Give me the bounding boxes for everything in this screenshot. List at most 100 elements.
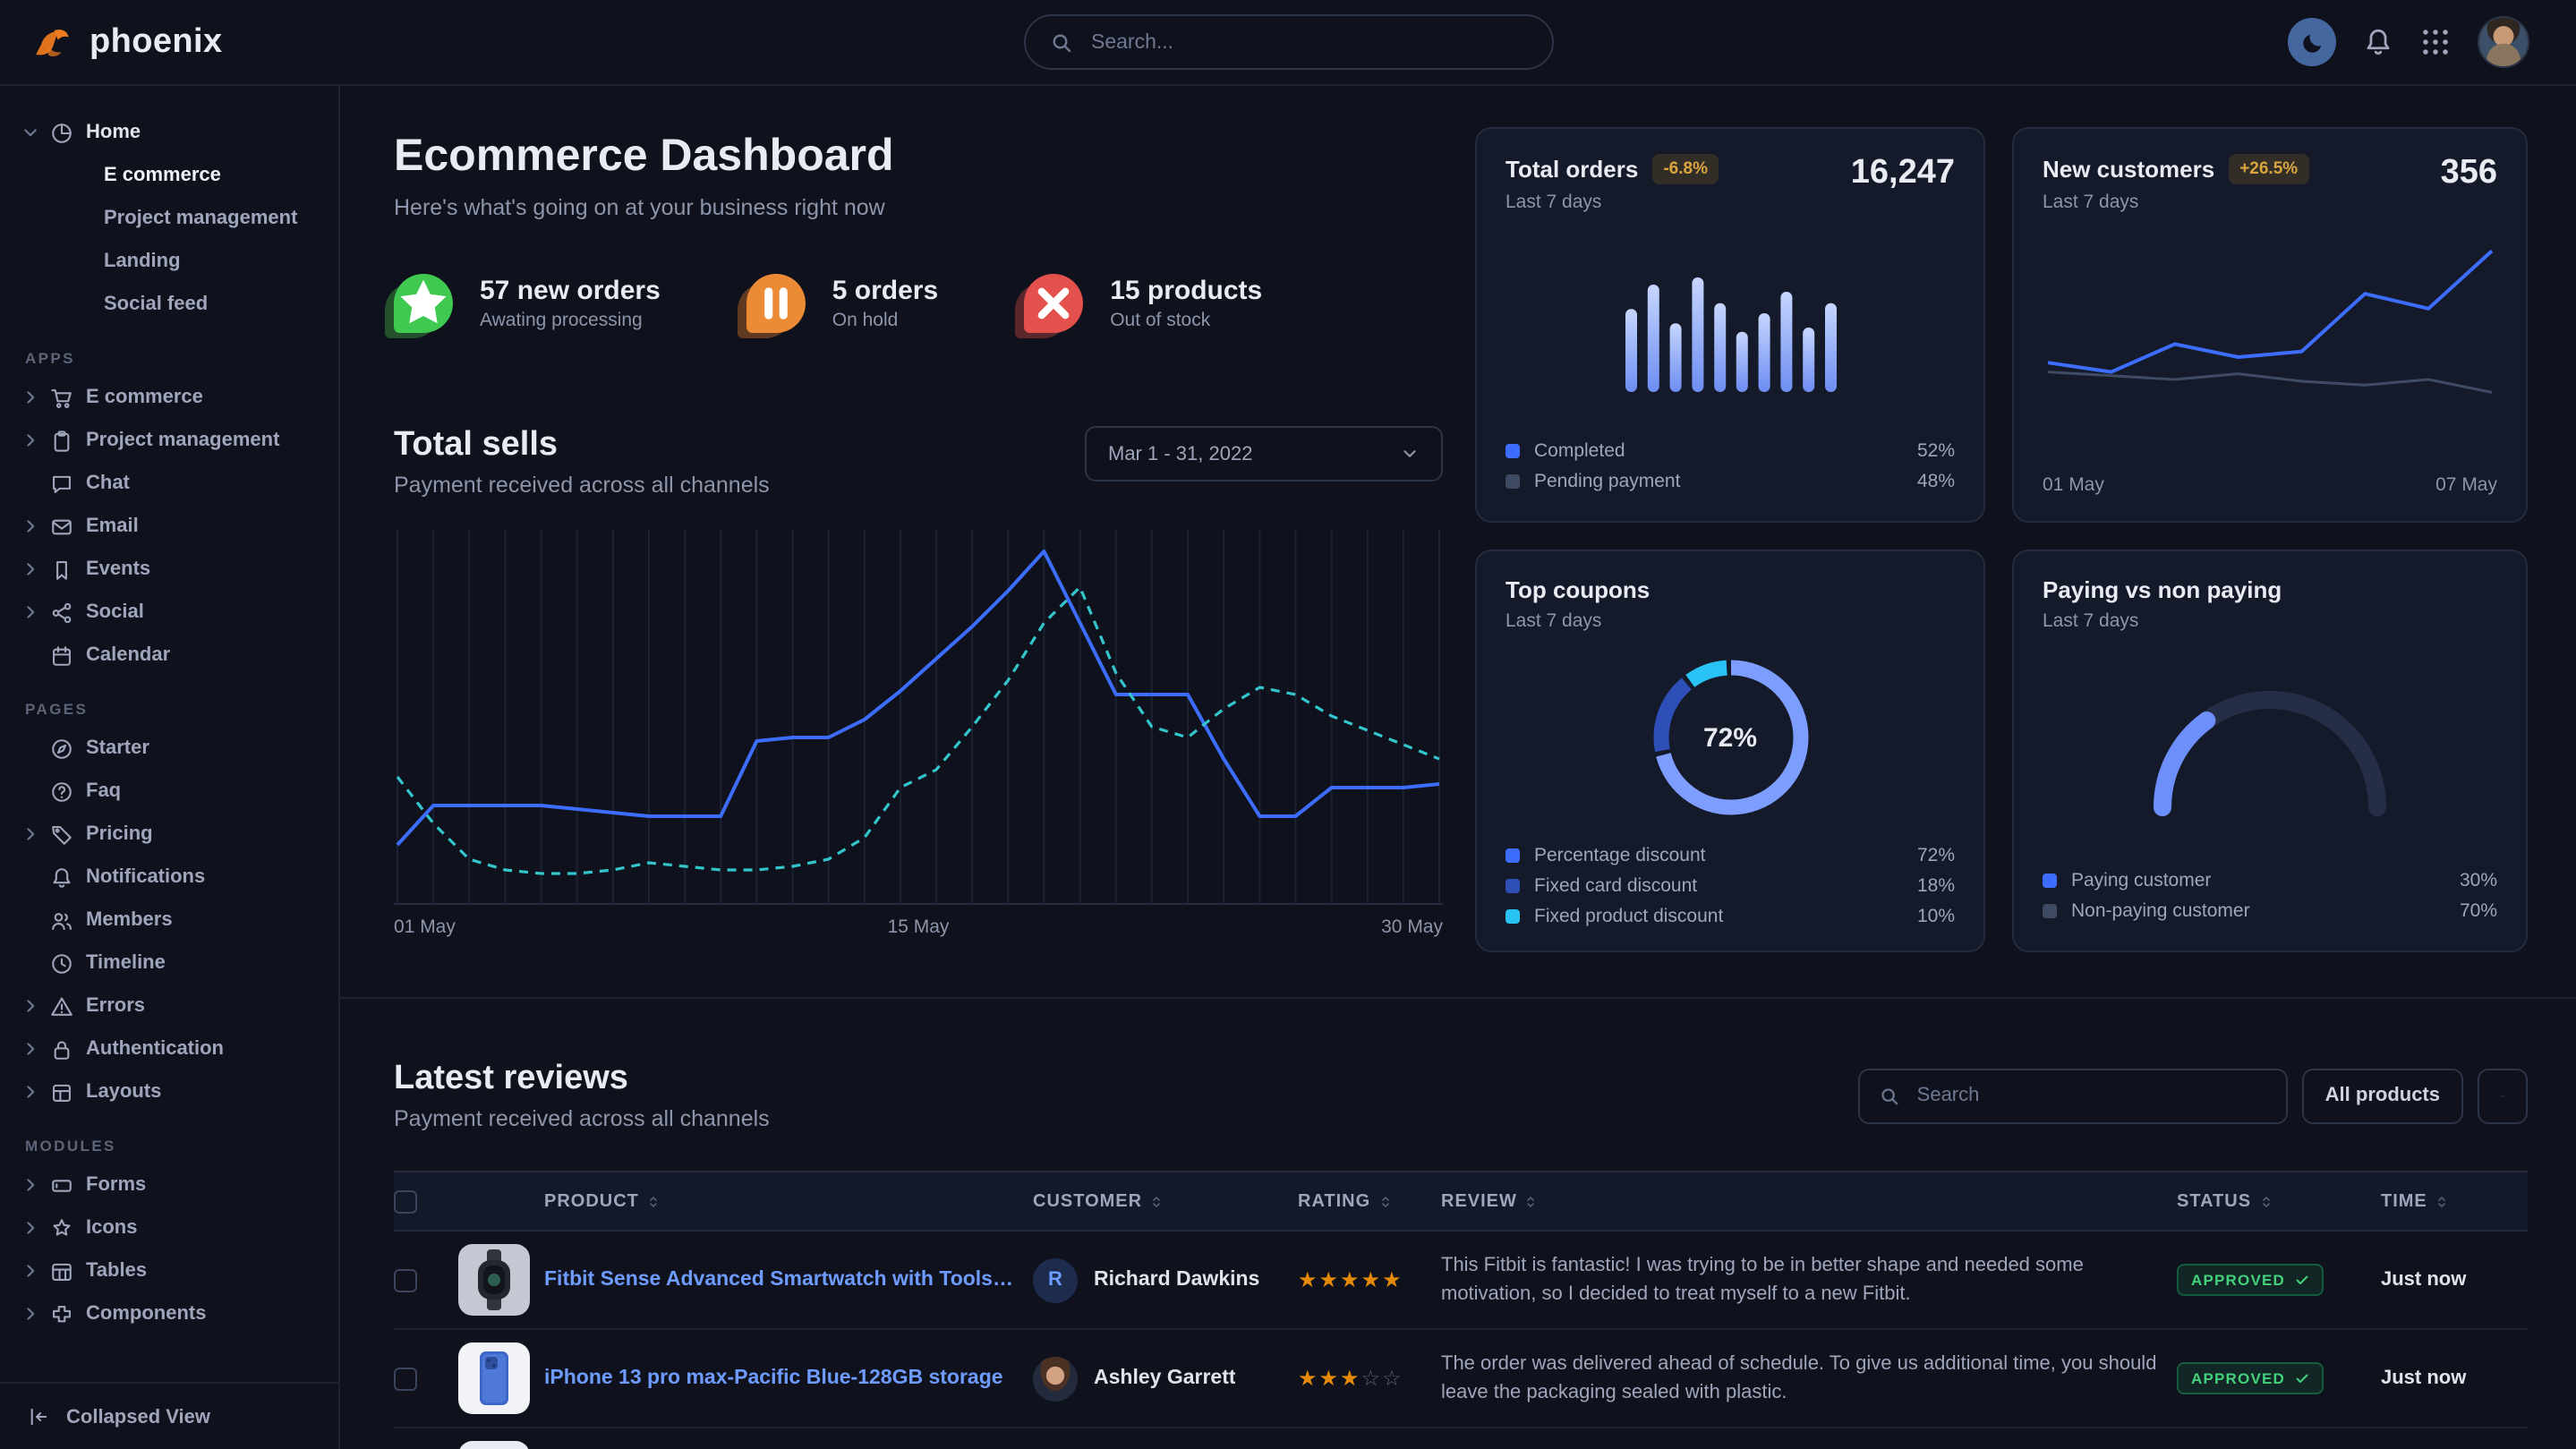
cart-icon [50,386,73,409]
legend-swatch [2043,873,2057,887]
sidebar-item-chat[interactable]: Chat [0,462,338,505]
column-label: RATING [1298,1191,1370,1211]
legend-label: Non-paying customer [2071,899,2250,921]
sidebar-item-label: Starter [86,737,149,759]
chevron-right-icon [21,1305,39,1323]
sidebar-item-calendar[interactable]: Calendar [0,634,338,677]
column-header-status[interactable]: STATUS [2177,1191,2381,1211]
sidebar-item-members[interactable]: Members [0,899,338,942]
product-link[interactable]: Fitbit Sense Advanced Smartwatch with To… [544,1269,1015,1291]
chevron-down-icon [21,124,39,141]
legend-item-completed: Completed52% [1506,435,1955,465]
sidebar-item-errors[interactable]: Errors [0,984,338,1027]
sidebar-item-social[interactable]: Social [0,591,338,634]
layout-icon [50,1080,73,1104]
sidebar-item-home[interactable]: Home [0,111,338,154]
sidebar-item-tables[interactable]: Tables [0,1249,338,1292]
product-link[interactable]: iPhone 13 pro max-Pacific Blue-128GB sto… [544,1368,1003,1389]
sidebar-item-forms[interactable]: Forms [0,1163,338,1206]
sidebar-item-label: Timeline [86,952,166,974]
pie-chart-icon [50,121,73,144]
chevron-right-icon [21,388,39,406]
column-label: REVIEW [1441,1191,1517,1211]
x-tick: 01 May [2043,474,2104,496]
stat-out-of-stock: 15 productsOut of stock [1024,274,1262,333]
product-thumbnail [458,1342,530,1414]
sidebar-item-components[interactable]: Components [0,1292,338,1335]
collapse-icon [27,1405,50,1428]
more-options-button[interactable] [2478,1068,2528,1123]
legend-swatch [1506,908,1520,923]
form-icon [50,1173,73,1197]
user-avatar[interactable] [2478,16,2529,68]
sidebar-subitem-e-commerce[interactable]: E commerce [0,154,338,197]
sidebar-item-label: Pricing [86,823,153,845]
brand[interactable]: phoenix [29,19,223,65]
sidebar-item-icons[interactable]: Icons [0,1206,338,1249]
sidebar-item-layouts[interactable]: Layouts [0,1070,338,1113]
chevron-spacer [21,474,39,492]
sidebar-item-label: Social [86,601,144,623]
reviews-search-input[interactable] [1914,1083,2266,1108]
column-header-customer[interactable]: CUSTOMER [1033,1191,1298,1211]
chevron-spacer [21,739,39,757]
chat-icon [50,472,73,495]
stat-caption: On hold [832,310,938,331]
column-label: PRODUCT [544,1191,639,1211]
theme-toggle-button[interactable] [2288,18,2336,66]
column-label: TIME [2381,1191,2427,1211]
sidebar-item-timeline[interactable]: Timeline [0,942,338,984]
coupons-donut-chart: 72% [1646,653,1814,822]
collapsed-view-button[interactable]: Collapsed View [0,1382,338,1449]
sidebar-item-authentication[interactable]: Authentication [0,1027,338,1070]
stat-caption: Awating processing [480,310,661,331]
sidebar-item-project-management[interactable]: Project management [0,419,338,462]
star-solid-icon-blob [394,274,453,333]
sidebar-subitem-project-management[interactable]: Project management [0,197,338,240]
column-header-rating[interactable]: RATING [1298,1191,1441,1211]
all-products-button[interactable]: All products [2302,1068,2463,1123]
caret-down-icon [1400,444,1420,464]
notifications-button[interactable] [2363,27,2393,57]
top-coupons-card: Top coupons Last 7 days 72% Percentage d… [1475,550,1985,952]
row-checkbox[interactable] [394,1367,417,1390]
column-header-review[interactable]: REVIEW [1441,1191,2177,1211]
date-range-select[interactable]: Mar 1 - 31, 2022 [1085,426,1443,482]
sidebar-item-notifications[interactable]: Notifications [0,856,338,899]
x-icon [1024,274,1083,333]
ellipsis-icon [2501,1084,2504,1107]
collapsed-view-label: Collapsed View [66,1406,210,1428]
column-header-time[interactable]: TIME [2381,1191,2528,1211]
legend-value: 30% [2460,869,2497,891]
reviews-search[interactable] [1858,1068,2288,1123]
chevron-right-icon [21,1040,39,1058]
brand-name: phoenix [90,22,223,62]
clipboard-icon [50,429,73,452]
latest-reviews-section: Latest reviews Payment received across a… [340,997,2576,1449]
sidebar-item-starter[interactable]: Starter [0,727,338,770]
sidebar-item-email[interactable]: Email [0,505,338,548]
sidebar-item-faq[interactable]: Faq [0,770,338,813]
apps-grid-button[interactable] [2420,27,2451,57]
sidebar-subitem-landing[interactable]: Landing [0,240,338,283]
search-input[interactable] [1088,30,1526,55]
sidebar-item-events[interactable]: Events [0,548,338,591]
stat-caption: Out of stock [1110,310,1262,331]
page-title: Ecommerce Dashboard [394,131,1443,183]
row-checkbox[interactable] [394,1189,417,1213]
tag-icon [50,823,73,846]
sidebar-item-e-commerce[interactable]: E commerce [0,376,338,419]
card-period: Last 7 days [2043,192,2308,213]
sidebar-item-label: Authentication [86,1038,224,1060]
status-label: APPROVED [2191,1271,2285,1289]
sidebar-subitem-social-feed[interactable]: Social feed [0,283,338,326]
column-header-product[interactable]: PRODUCT [544,1191,1033,1211]
row-checkbox[interactable] [394,1268,417,1291]
card-title: New customers [2043,156,2214,183]
customer-name: Richard Dawkins [1094,1269,1259,1291]
sidebar-nav: HomeE commerceProject managementLandingS… [0,86,338,1382]
calendar-icon [50,644,73,667]
global-search[interactable] [1023,14,1553,70]
sidebar-item-pricing[interactable]: Pricing [0,813,338,856]
sort-icon [1149,1191,1164,1211]
